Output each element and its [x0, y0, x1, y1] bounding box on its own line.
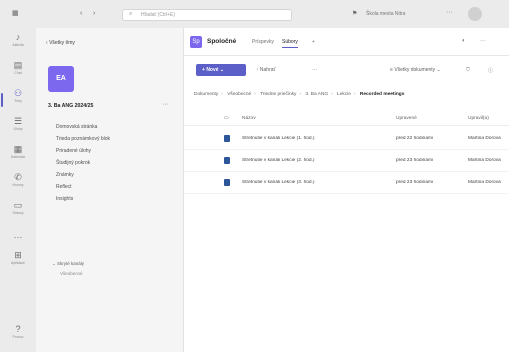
teams-icon: ⚇ — [13, 88, 23, 98]
info-icon[interactable]: ⓘ — [488, 67, 493, 74]
nav-item[interactable]: Domovská stránka — [56, 124, 97, 130]
back-to-teams[interactable]: ‹ Všetky tímy — [46, 40, 75, 46]
rail-chat[interactable]: ▤ Chat — [0, 60, 36, 86]
nav-item[interactable]: Priradené úlohy — [56, 148, 91, 154]
forward-arrow-icon[interactable]: › — [93, 10, 95, 17]
calendar-icon: ▦ — [13, 144, 23, 154]
channel-title: Spoločné — [207, 38, 237, 45]
file-modified-by: Martina Dorová — [468, 136, 501, 141]
filter-icon[interactable]: ⛉ — [466, 67, 470, 73]
files-icon: ▭ — [13, 200, 23, 210]
breadcrumb: Dokumenty › Všeobecné › Triedne priečinky ›… — [194, 92, 405, 97]
nav-item[interactable]: Reflect — [56, 184, 72, 190]
nav-item[interactable]: Trieda poznámkový blok — [56, 136, 110, 142]
rail-assignments[interactable]: ☰ Úlohy — [0, 116, 36, 142]
file-type-icon: ▭ — [224, 116, 229, 121]
video-file-icon — [224, 135, 230, 142]
bell-icon: ♪ — [15, 32, 21, 42]
table-row[interactable]: Stretnutie v kanáli Lekcie (2. hod.) pre… — [184, 150, 509, 172]
rail-apps[interactable]: ⊞ Aplikácie — [0, 250, 36, 276]
video-file-icon — [224, 179, 230, 186]
back-arrow-icon[interactable]: ‹ — [80, 10, 82, 17]
file-modified-by: Martina Dorová — [468, 158, 501, 163]
file-name[interactable]: Stretnutie v kanáli Lekcie (1. hod.) — [242, 136, 382, 141]
rail-help[interactable]: ? Pomoc — [0, 324, 36, 350]
channel-item[interactable]: Všeobecné — [60, 271, 83, 276]
rail-teams[interactable]: ⚇ Tímy — [0, 88, 36, 114]
file-modified: pred 23 hodinami — [396, 180, 434, 185]
chat-icon: ▤ — [13, 60, 23, 70]
team-avatar: EA — [48, 66, 74, 92]
toolbar-more-icon[interactable]: ··· — [312, 67, 317, 73]
avatar[interactable] — [468, 7, 482, 21]
tenant-icon: ⚑ — [352, 11, 358, 17]
phone-icon: ✆ — [14, 172, 22, 182]
rail-files[interactable]: ▭ Súbory — [0, 200, 36, 226]
nav-item[interactable]: Známky — [56, 172, 74, 178]
search-icon: ⌕ — [129, 11, 133, 17]
apps-icon: ⊞ — [14, 250, 22, 260]
team-name: 3. Ba ANG 2024/25 — [48, 103, 94, 109]
channel-header: Sp Spoločné Príspevky Súbory + ◐ ··· — [184, 28, 509, 56]
help-icon: ? — [15, 324, 21, 334]
chevron-down-icon: ⌄ — [435, 67, 441, 73]
meet-icon[interactable]: ◐ — [462, 38, 466, 44]
file-name[interactable]: Stretnutie v kanáli Lekcie (3. hod.) — [242, 180, 382, 185]
chevron-down-icon: ⌄ — [218, 67, 225, 73]
file-modified: pred 22 hodinami — [396, 136, 434, 141]
nav-item[interactable]: Insights — [56, 196, 73, 202]
title-bar: ▦ ‹ › ⌕ Hľadať (Ctrl+E) ⚑ Škola mesta Ni… — [0, 0, 509, 28]
file-modified-by: Martina Dorová — [468, 180, 501, 185]
more-dots-icon[interactable]: ··· — [480, 38, 486, 44]
view-selector[interactable]: ≡ Všetky dokumenty ⌄ — [390, 67, 441, 73]
rail-activity[interactable]: ♪ Aktivita — [0, 32, 36, 58]
tab-files[interactable]: Súbory — [282, 39, 298, 48]
app-grid-icon[interactable]: ▦ — [12, 9, 19, 17]
files-toolbar: + Nové ⌄ ↑ Nahrať ··· ≡ Všetky dokumenty… — [184, 56, 509, 82]
col-modified-by[interactable]: Upravil(a) — [468, 116, 489, 121]
rail-calls[interactable]: ✆ Hovory — [0, 172, 36, 198]
col-name[interactable]: Názov — [242, 116, 256, 121]
breadcrumb-item[interactable]: Všeobecné — [227, 92, 251, 97]
files-header: ▭ Názov Upravené Upravil(a) — [184, 112, 509, 126]
app-rail: ♪ Aktivita ▤ Chat ⚇ Tímy ☰ Úlohy ▦ Kalen… — [0, 28, 36, 352]
table-row[interactable]: Stretnutie v kanáli Lekcie (1. hod.) pre… — [184, 128, 509, 150]
hidden-channels[interactable]: ⌄ Skryté kanály — [52, 261, 84, 267]
tab-posts[interactable]: Príspevky — [252, 39, 274, 45]
more-dots-icon[interactable]: ··· — [446, 9, 453, 16]
assignments-icon: ☰ — [13, 116, 23, 126]
team-panel: ‹ Všetky tímy EA 3. Ba ANG 2024/25 ··· D… — [36, 28, 184, 352]
file-name[interactable]: Stretnutie v kanáli Lekcie (2. hod.) — [242, 158, 382, 163]
nav-item[interactable]: Študijný pokrok — [56, 160, 90, 166]
breadcrumb-current: Recorded meetings — [359, 92, 405, 97]
rail-calendar[interactable]: ▦ Kalendár — [0, 144, 36, 170]
file-modified: pred 23 hodinami — [396, 158, 434, 163]
more-dots-icon: ··· — [13, 232, 23, 242]
breadcrumb-item[interactable]: 3. Ba ANG — [305, 92, 328, 97]
breadcrumb-item[interactable]: Dokumenty — [194, 92, 218, 97]
breadcrumb-item[interactable]: Lekcie — [337, 92, 351, 97]
table-row[interactable]: Stretnutie v kanáli Lekcie (3. hod.) pre… — [184, 172, 509, 194]
video-file-icon — [224, 157, 230, 164]
breadcrumb-item[interactable]: Triedne priečinky — [260, 92, 296, 97]
search-placeholder: Hľadať (Ctrl+E) — [141, 12, 176, 18]
upload-button[interactable]: ↑ Nahrať — [256, 67, 275, 73]
col-modified[interactable]: Upravené — [396, 116, 417, 121]
new-button[interactable]: + Nové ⌄ — [196, 64, 246, 76]
channel-avatar: Sp — [190, 36, 202, 48]
org-name[interactable]: Škola mesta Nitra — [366, 11, 405, 17]
main-content: Sp Spoločné Príspevky Súbory + ◐ ··· + N… — [184, 28, 509, 352]
add-tab-button[interactable]: + — [312, 39, 315, 45]
team-more-icon[interactable]: ··· — [162, 101, 169, 108]
search-input[interactable]: ⌕ Hľadať (Ctrl+E) — [122, 9, 292, 21]
